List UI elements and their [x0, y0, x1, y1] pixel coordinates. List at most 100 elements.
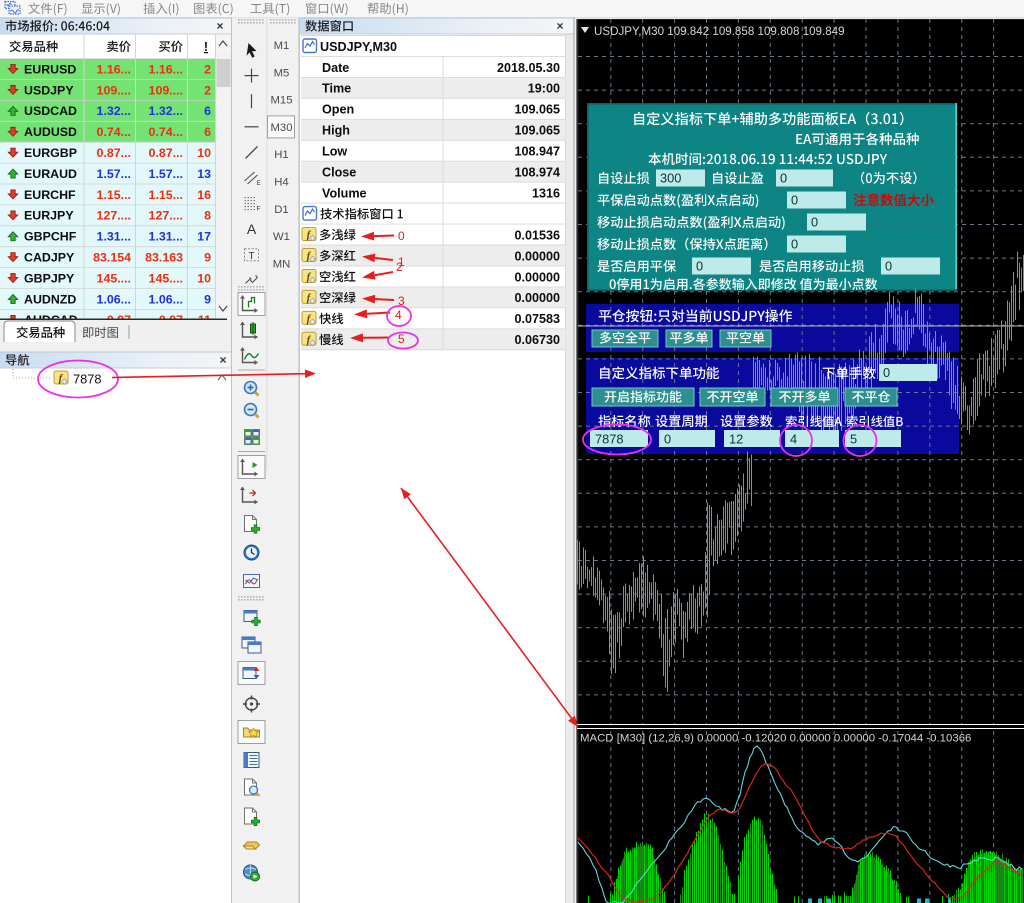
svg-text:6: 6	[204, 104, 211, 118]
svg-text:2: 2	[204, 62, 211, 76]
svg-text:0.87...: 0.87...	[97, 146, 131, 160]
svg-text:0.00000: 0.00000	[514, 249, 560, 263]
svg-text:USDJPY,M30: USDJPY,M30	[320, 40, 397, 54]
svg-text:M5: M5	[274, 67, 290, 79]
svg-text:12: 12	[729, 432, 743, 447]
svg-text:300: 300	[660, 171, 681, 186]
svg-text:0.74...: 0.74...	[97, 125, 131, 139]
svg-text:145....: 145....	[97, 271, 131, 285]
svg-text:1.31...: 1.31...	[149, 230, 183, 244]
svg-text:5: 5	[398, 332, 405, 346]
svg-text:E: E	[257, 180, 262, 187]
svg-text:A: A	[247, 221, 257, 237]
svg-text:AUDNZD: AUDNZD	[24, 292, 76, 306]
svg-text:19:00: 19:00	[528, 82, 560, 96]
svg-text:×: ×	[216, 19, 223, 33]
svg-text:1.57...: 1.57...	[149, 167, 183, 181]
svg-text:9: 9	[204, 251, 211, 265]
svg-text:USDJPY: USDJPY	[24, 83, 74, 97]
svg-text:0.00000: 0.00000	[514, 270, 560, 284]
svg-text:EURUSD: EURUSD	[24, 62, 76, 76]
svg-text:High: High	[322, 124, 350, 138]
svg-text:1.57...: 1.57...	[97, 167, 131, 181]
svg-text:AUDUSD: AUDUSD	[24, 125, 77, 139]
svg-text:0.01536: 0.01536	[514, 228, 560, 242]
svg-text:109.065: 109.065	[514, 124, 560, 138]
svg-text:1.31...: 1.31...	[97, 230, 131, 244]
svg-text:CADJPY: CADJPY	[24, 251, 75, 265]
svg-text:83.154: 83.154	[93, 251, 131, 265]
svg-text:MACD [M30] (12,26,9) 0.00000 -: MACD [M30] (12,26,9) 0.00000 -0.12020 0.…	[580, 733, 971, 745]
svg-text:109....: 109....	[149, 83, 183, 97]
svg-text:2: 2	[204, 83, 211, 97]
svg-text:1.16...: 1.16...	[97, 62, 131, 76]
svg-text:W1: W1	[273, 231, 290, 243]
svg-text:EURCHF: EURCHF	[24, 188, 76, 202]
svg-text:M30: M30	[271, 122, 293, 134]
svg-text:1.32...: 1.32...	[97, 104, 131, 118]
svg-text:GBPCHF: GBPCHF	[24, 230, 77, 244]
svg-text:5: 5	[850, 432, 857, 447]
svg-text:M15: M15	[271, 95, 293, 107]
svg-text:108.947: 108.947	[514, 145, 560, 159]
svg-text:7878: 7878	[595, 432, 623, 447]
svg-text:0.74...: 0.74...	[149, 125, 183, 139]
svg-text:Date: Date	[322, 61, 349, 75]
svg-text:×: ×	[556, 19, 563, 33]
svg-text:Open: Open	[322, 103, 354, 117]
svg-text:T: T	[248, 251, 254, 262]
svg-text:109.065: 109.065	[514, 103, 560, 117]
svg-text:0.00000: 0.00000	[514, 291, 560, 305]
svg-text:1316: 1316	[532, 186, 560, 200]
svg-text:Time: Time	[322, 82, 351, 96]
svg-text:M1: M1	[274, 40, 290, 52]
svg-text:0.87...: 0.87...	[149, 146, 183, 160]
svg-text:0: 0	[664, 432, 671, 447]
svg-text:0: 0	[696, 259, 703, 274]
svg-text:4: 4	[395, 308, 402, 322]
svg-text:1.16...: 1.16...	[149, 62, 183, 76]
svg-text:EURJPY: EURJPY	[24, 209, 74, 223]
svg-text:145....: 145....	[149, 271, 183, 285]
svg-text:1.15...: 1.15...	[149, 188, 183, 202]
svg-text:Volume: Volume	[322, 186, 367, 200]
svg-text:4: 4	[790, 432, 797, 447]
svg-text:83.163: 83.163	[145, 251, 183, 265]
svg-text:0: 0	[398, 229, 405, 243]
svg-text:USDCAD: USDCAD	[24, 104, 77, 118]
svg-text:10: 10	[197, 146, 211, 160]
svg-text:0: 0	[791, 237, 798, 252]
svg-text:17: 17	[197, 230, 211, 244]
svg-text:0.06730: 0.06730	[514, 333, 560, 347]
svg-text:0: 0	[791, 193, 798, 208]
svg-text:1.32...: 1.32...	[149, 104, 183, 118]
svg-text:13: 13	[197, 167, 211, 181]
svg-text:16: 16	[197, 188, 211, 202]
svg-text:F: F	[257, 206, 261, 213]
svg-text:Low: Low	[322, 145, 347, 159]
svg-text:7878: 7878	[73, 372, 101, 387]
svg-text:109....: 109....	[97, 83, 131, 97]
svg-text:Close: Close	[322, 166, 356, 180]
svg-text:0: 0	[883, 365, 890, 380]
svg-text:2018.05.30: 2018.05.30	[497, 61, 560, 75]
svg-text:H4: H4	[274, 177, 288, 189]
svg-text:9: 9	[204, 292, 211, 306]
svg-text:EURAUD: EURAUD	[24, 167, 77, 181]
svg-text:MN: MN	[273, 258, 291, 270]
svg-text:×: ×	[219, 353, 226, 367]
svg-text:0.07583: 0.07583	[514, 312, 560, 326]
svg-text:108.974: 108.974	[514, 166, 560, 180]
svg-text:D1: D1	[274, 204, 288, 216]
svg-text:GBPJPY: GBPJPY	[24, 271, 75, 285]
svg-text:0: 0	[885, 259, 892, 274]
svg-text:H1: H1	[274, 149, 288, 161]
svg-text:6: 6	[204, 125, 211, 139]
svg-text:EURGBP: EURGBP	[24, 146, 77, 160]
svg-text:1.06...: 1.06...	[97, 292, 131, 306]
svg-text:127....: 127....	[97, 209, 131, 223]
svg-text:8: 8	[204, 209, 211, 223]
svg-text:1.06...: 1.06...	[149, 292, 183, 306]
svg-text:0: 0	[811, 215, 818, 230]
svg-text:0: 0	[780, 171, 787, 186]
